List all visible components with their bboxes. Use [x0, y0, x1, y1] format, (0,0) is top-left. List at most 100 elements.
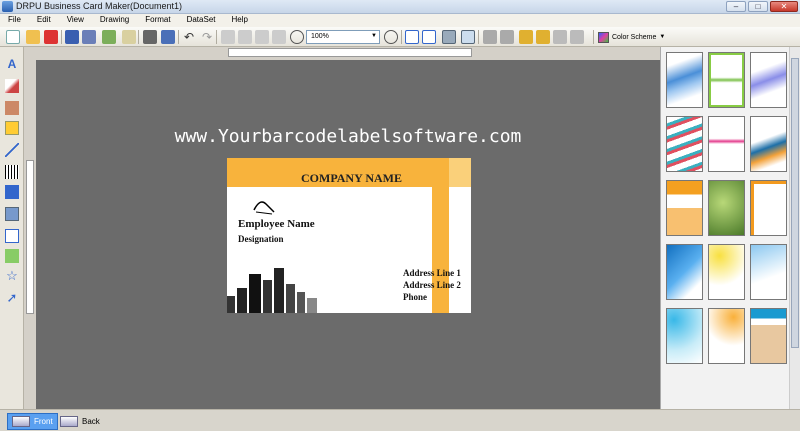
city-skyline-image [227, 268, 317, 313]
design-canvas[interactable]: www.Yourbarcodelabelsoftware.com COMPANY… [36, 60, 660, 410]
palette-icon [598, 31, 609, 43]
rectangle-tool-icon[interactable] [5, 185, 19, 199]
template-thumb[interactable] [750, 116, 787, 172]
template-thumb[interactable] [708, 52, 745, 108]
template-thumb[interactable] [666, 244, 703, 300]
menu-view[interactable]: View [59, 14, 92, 27]
vertical-ruler [26, 160, 34, 314]
rotate-icon[interactable] [553, 30, 567, 44]
picture-tool-icon[interactable] [5, 207, 19, 221]
maximize-button[interactable]: □ [748, 1, 768, 12]
title-bar: DRPU Business Card Maker(Document1) – □ … [0, 0, 800, 14]
menu-edit[interactable]: Edit [29, 14, 59, 27]
template-thumb[interactable] [750, 244, 787, 300]
card-front-icon [12, 416, 30, 427]
tab-back[interactable]: Back [56, 413, 104, 430]
close-button[interactable]: ✕ [770, 1, 798, 12]
horizontal-ruler [228, 48, 472, 57]
window-title: DRPU Business Card Maker(Document1) [16, 1, 183, 11]
menu-file[interactable]: File [0, 14, 29, 27]
menu-format[interactable]: Format [137, 14, 178, 27]
template-scrollbar[interactable] [789, 47, 800, 409]
template-thumb[interactable] [666, 180, 703, 236]
save-as-icon[interactable] [82, 30, 96, 44]
template-thumb[interactable] [750, 52, 787, 108]
cut-icon[interactable] [221, 30, 235, 44]
tab-front[interactable]: Front [7, 413, 58, 430]
template-thumb[interactable] [666, 52, 703, 108]
send-back-icon[interactable] [500, 30, 514, 44]
tab-back-label: Back [82, 417, 100, 426]
zoom-out-icon[interactable] [384, 30, 398, 44]
template-thumb[interactable] [750, 308, 787, 364]
menu-help[interactable]: Help [223, 14, 255, 27]
drawing-toolbar: A ☆ ➚ [0, 47, 24, 409]
side-tabs-bar: Front Back [0, 409, 800, 431]
template-thumb[interactable] [708, 180, 745, 236]
redo-icon[interactable]: ↷ [200, 30, 214, 44]
fit-window-icon[interactable] [422, 30, 436, 44]
template-thumb[interactable] [666, 308, 703, 364]
library-tool-icon[interactable] [5, 101, 19, 115]
actual-size-icon[interactable] [405, 30, 419, 44]
paste-icon[interactable] [255, 30, 269, 44]
image-tool-icon[interactable] [5, 121, 19, 135]
employee-name[interactable]: Employee Name [238, 218, 315, 230]
copy-icon[interactable] [238, 30, 252, 44]
delete-icon[interactable] [272, 30, 286, 44]
card-back-icon [60, 416, 78, 427]
export-icon[interactable] [102, 30, 116, 44]
zoom-select[interactable]: 100% ▼ [306, 30, 380, 44]
chevron-down-icon: ▼ [371, 33, 377, 39]
properties-icon[interactable] [122, 30, 136, 44]
template-panel [660, 47, 800, 409]
picture-icon[interactable] [461, 30, 475, 44]
template-thumb[interactable] [708, 244, 745, 300]
open-icon[interactable] [26, 30, 40, 44]
align-icon[interactable] [570, 30, 584, 44]
undo-icon[interactable]: ↶ [182, 30, 196, 44]
arrow-tool-icon[interactable]: ➚ [5, 291, 19, 305]
close-doc-icon[interactable] [44, 30, 58, 44]
zoom-value: 100% [311, 33, 329, 40]
lock-icon[interactable] [519, 30, 533, 44]
barcode-tool-icon[interactable] [5, 165, 19, 179]
new-icon[interactable] [6, 30, 20, 44]
pen-tool-icon[interactable] [5, 79, 19, 93]
database-icon[interactable] [161, 30, 175, 44]
shape-tool-icon[interactable] [5, 249, 19, 263]
grid-icon[interactable] [442, 30, 456, 44]
watermark-text: www.Yourbarcodelabelsoftware.com [174, 126, 522, 147]
menu-dataset[interactable]: DataSet [179, 14, 224, 27]
address-line-1[interactable]: Address Line 1 [403, 268, 461, 278]
unlock-icon[interactable] [536, 30, 550, 44]
template-thumb[interactable] [750, 180, 787, 236]
pen-logo-icon [253, 201, 275, 215]
designation[interactable]: Designation [238, 234, 284, 244]
zoom-in-icon[interactable] [290, 30, 304, 44]
company-name[interactable]: COMPANY NAME [301, 171, 402, 186]
tab-front-label: Front [34, 417, 53, 426]
phone[interactable]: Phone [403, 292, 427, 302]
main-toolbar: ↶ ↷ 100% ▼ Color Scheme ▼ [0, 27, 800, 47]
minimize-button[interactable]: – [726, 1, 746, 12]
card-corner-band [449, 158, 471, 187]
address-line-2[interactable]: Address Line 2 [403, 280, 461, 290]
line-tool-icon[interactable] [5, 143, 19, 157]
template-thumb[interactable] [666, 116, 703, 172]
app-icon [2, 1, 13, 12]
save-icon[interactable] [65, 30, 79, 44]
template-thumb[interactable] [708, 308, 745, 364]
business-card[interactable]: COMPANY NAME Employee Name Designation A… [227, 158, 471, 313]
template-thumb[interactable] [708, 116, 745, 172]
document-tool-icon[interactable] [5, 229, 19, 243]
menu-bar: File Edit View Drawing Format DataSet He… [0, 14, 800, 27]
bring-front-icon[interactable] [483, 30, 497, 44]
star-tool-icon[interactable]: ☆ [5, 269, 19, 283]
menu-drawing[interactable]: Drawing [92, 14, 137, 27]
color-scheme-button[interactable]: Color Scheme ▼ [598, 30, 665, 44]
print-icon[interactable] [143, 30, 157, 44]
scrollbar-thumb[interactable] [791, 58, 799, 348]
chevron-down-icon: ▼ [659, 34, 666, 40]
text-tool-icon[interactable]: A [5, 57, 19, 71]
